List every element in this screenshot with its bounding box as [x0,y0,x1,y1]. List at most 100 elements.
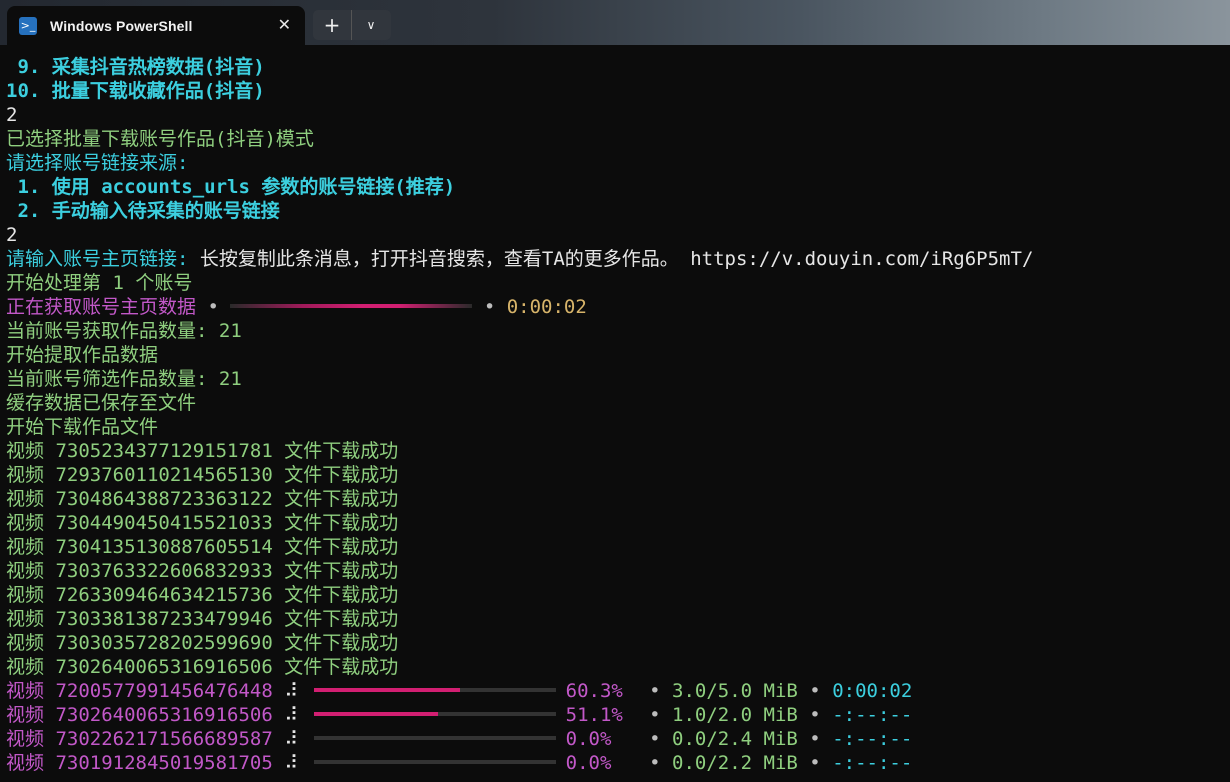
video-label: 视频 [6,704,45,726]
download-progress-bar [313,760,556,764]
bullet: • [207,296,219,318]
download-success-line: 视频 7303035728202599690 文件下载成功 [6,631,1230,655]
powershell-icon: >_ [19,16,37,35]
video-id: 7304864388723363122 [55,488,273,510]
eta: -:--:-- [832,752,913,774]
download-success-line: 视频 7305234377129151781 文件下载成功 [6,439,1230,463]
download-progress-bar [313,736,556,740]
choose-source-prompt: 请选择账号链接来源: [6,152,189,174]
bullet: • [809,680,821,702]
download-progress-bar [313,688,556,692]
url-input-value: 长按复制此条消息，打开抖音搜索，查看TA的更多作品。 https://v.dou… [199,248,1034,270]
video-id: 7304490450415521033 [55,512,273,534]
video-label: 视频 [6,632,45,654]
progress-list: 视频 7200577991456476448 ⠼ 60.3% • 3.0/5.0… [6,679,1230,775]
new-tab-group: + ∨ [313,10,391,40]
eta: -:--:-- [832,728,913,750]
video-label: 视频 [6,752,45,774]
success-text: 文件下载成功 [284,440,399,462]
bullet: • [649,680,661,702]
work-count-text: 当前账号获取作品数量: 21 [6,320,242,342]
start-account-text: 开始处理第 1 个账号 [6,272,193,294]
download-start-text: 开始下载作品文件 [6,416,159,438]
chevron-down-icon[interactable]: ∨ [352,10,390,40]
fetching-elapsed: 0:00:02 [506,296,587,318]
source-option-2: 2. 手动输入待采集的账号链接 [6,200,280,222]
video-id: 7303381387233479946 [55,608,273,630]
video-label: 视频 [6,584,45,606]
video-id: 7302640065316916506 [55,656,273,678]
success-text: 文件下载成功 [284,632,399,654]
bullet: • [649,704,661,726]
progress-percent: 51.1% [565,704,623,726]
bullet: • [809,728,821,750]
video-id: 7305234377129151781 [55,440,273,462]
tab-windows-powershell[interactable]: >_ Windows PowerShell ✕ [7,6,305,45]
download-progress-row: 视频 7302640065316916506 ⠼ 51.1% • 1.0/2.0… [6,703,1230,727]
bullet: • [809,752,821,774]
success-text: 文件下载成功 [284,656,399,678]
download-progress-row: 视频 7301912845019581705 ⠼ 0.0% • 0.0/2.2 … [6,751,1230,775]
download-progress-row: 视频 7200577991456476448 ⠼ 60.3% • 3.0/5.0… [6,679,1230,703]
url-prompt-line: 请输入账号主页链接: 长按复制此条消息，打开抖音搜索，查看TA的更多作品。 ht… [6,247,1230,271]
video-label: 视频 [6,560,45,582]
download-progress-row: 视频 7302262171566689587 ⠼ 0.0% • 0.0/2.4 … [6,727,1230,751]
progress-fill [313,712,438,716]
progress-percent: 0.0% [565,752,612,774]
spinner-icon: ⠼ [284,680,299,702]
video-label: 视频 [6,512,45,534]
new-tab-button[interactable]: + [313,10,352,40]
menu-item-9: 9. 采集抖音热榜数据(抖音) [6,56,265,78]
download-success-line: 视频 7293760110214565130 文件下载成功 [6,463,1230,487]
video-label: 视频 [6,656,45,678]
extract-start-text: 开始提取作品数据 [6,344,159,366]
video-label: 视频 [6,488,45,510]
eta: 0:00:02 [832,680,913,702]
source-option-1: 1. 使用 accounts_urls 参数的账号链接(推荐) [6,176,456,198]
success-text: 文件下载成功 [284,536,399,558]
progress-percent: 60.3% [565,680,623,702]
success-text: 文件下载成功 [284,464,399,486]
fetching-label: 正在获取账号主页数据 [6,296,197,318]
video-label: 视频 [6,728,45,750]
success-text: 文件下载成功 [284,560,399,582]
bullet: • [649,728,661,750]
success-text: 文件下载成功 [284,488,399,510]
cache-saved-text: 缓存数据已保存至文件 [6,392,197,414]
file-size: 0.0/2.2 MiB [672,752,798,774]
mode-selected-text: 已选择批量下载账号作品(抖音)模式 [6,128,314,150]
video-id: 7200577991456476448 [55,680,273,702]
file-size: 0.0/2.4 MiB [672,728,798,750]
video-label: 视频 [6,440,45,462]
download-success-line: 视频 7302640065316916506 文件下载成功 [6,655,1230,679]
progress-fill [313,688,460,692]
bullet: • [649,752,661,774]
success-list: 视频 7305234377129151781 文件下载成功 视频 72937601… [6,439,1230,679]
progress-percent: 0.0% [565,728,612,750]
download-success-line: 视频 7304490450415521033 文件下载成功 [6,511,1230,535]
title-bar: >_ Windows PowerShell ✕ + ∨ [0,0,1230,45]
bullet: • [483,296,496,318]
spinner-icon: ⠼ [284,704,299,726]
close-icon[interactable]: ✕ [278,15,291,34]
spinner-icon: ⠼ [284,752,299,774]
video-id: 7302262171566689587 [55,728,273,750]
download-success-line: 视频 7303763322606832933 文件下载成功 [6,559,1230,583]
terminal-output[interactable]: 9. 采集抖音热榜数据(抖音) 10. 批量下载收藏作品(抖音) 2 已选择批量… [6,55,1230,775]
download-success-line: 视频 7263309464634215736 文件下载成功 [6,583,1230,607]
video-id: 7303763322606832933 [55,560,273,582]
spinner-icon: ⠼ [284,728,299,750]
success-text: 文件下载成功 [284,584,399,606]
video-id: 7302640065316916506 [55,704,273,726]
fetching-progress-line: 正在获取账号主页数据 • • 0:00:02 [6,295,1230,319]
video-label: 视频 [6,464,45,486]
video-id: 7303035728202599690 [55,632,273,654]
success-text: 文件下载成功 [284,608,399,630]
user-input: 2 [6,224,18,246]
download-success-line: 视频 7304135130887605514 文件下载成功 [6,535,1230,559]
bullet: • [809,704,821,726]
video-label: 视频 [6,536,45,558]
download-success-line: 视频 7303381387233479946 文件下载成功 [6,607,1230,631]
success-text: 文件下载成功 [284,512,399,534]
download-progress-bar [313,712,556,716]
